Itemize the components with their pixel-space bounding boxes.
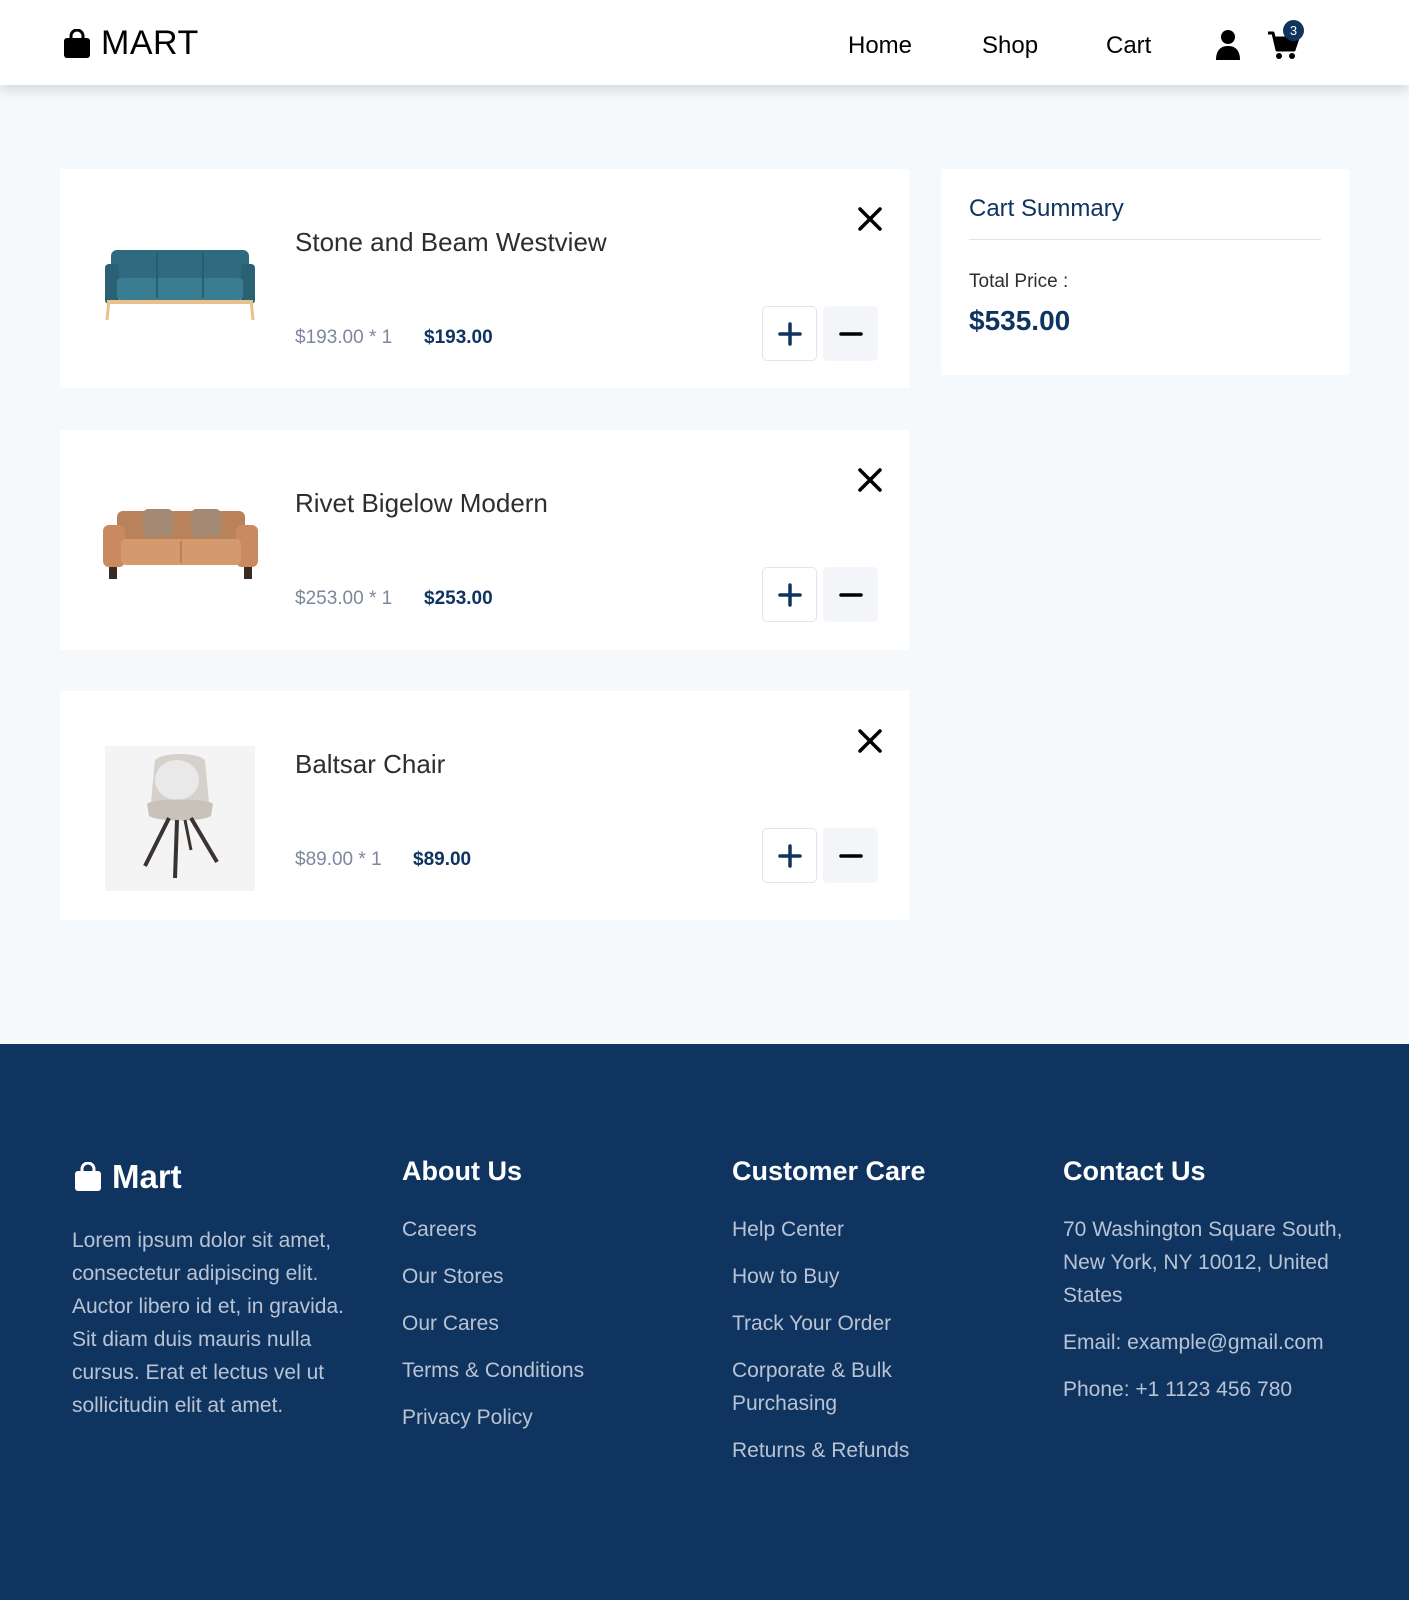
unit-price: $253.00 * 1 <box>295 588 393 609</box>
line-total: $89.00 <box>413 849 472 870</box>
remove-item-icon[interactable] <box>856 205 884 233</box>
summary-title: Cart Summary <box>969 195 1124 222</box>
decrease-quantity-button[interactable] <box>823 306 878 361</box>
footer-link-privacy[interactable]: Privacy Policy <box>402 1401 584 1434</box>
footer-link-help-center[interactable]: Help Center <box>732 1213 932 1246</box>
product-name: Baltsar Chair <box>295 749 446 779</box>
shopping-bag-icon <box>64 28 90 58</box>
cart-summary: Cart Summary Total Price : $535.00 <box>941 169 1349 375</box>
footer-link-terms[interactable]: Terms & Conditions <box>402 1354 584 1387</box>
contact-email: Email: example@gmail.com <box>1063 1331 1324 1354</box>
footer-link-careers[interactable]: Careers <box>402 1213 584 1246</box>
line-total: $193.00 <box>424 327 493 348</box>
cart-item: Stone and Beam Westview $193.00 * 1 $193… <box>60 169 909 388</box>
footer-contact-column: Contact Us 70 Washington Square South, N… <box>1063 1156 1363 1420</box>
footer-link-returns[interactable]: Returns & Refunds <box>732 1434 932 1467</box>
product-image <box>100 470 260 620</box>
contact-phone: Phone: +1 1123 456 780 <box>1063 1378 1293 1401</box>
cart-item: Baltsar Chair $89.00 * 1 $89.00 <box>60 691 909 920</box>
footer-link-our-stores[interactable]: Our Stores <box>402 1260 584 1293</box>
summary-divider <box>969 239 1321 240</box>
cart-count-badge: 3 <box>1283 20 1304 41</box>
nav-home[interactable]: Home <box>848 32 912 60</box>
footer-logo-text: Mart <box>112 1158 182 1195</box>
chair-image <box>105 745 255 891</box>
total-price-label: Total Price : <box>969 271 1069 292</box>
logo-text: MART <box>101 24 199 62</box>
nav-cart[interactable]: Cart <box>1106 32 1151 60</box>
product-name: Rivet Bigelow Modern <box>295 488 548 518</box>
footer-link-our-cares[interactable]: Our Cares <box>402 1307 584 1340</box>
teal-sofa-image <box>105 250 255 321</box>
footer-link-how-to-buy[interactable]: How to Buy <box>732 1260 932 1293</box>
product-image <box>100 743 260 893</box>
decrease-quantity-button[interactable] <box>823 567 878 622</box>
minus-icon <box>838 592 863 597</box>
plus-icon <box>777 843 802 868</box>
increase-quantity-button[interactable] <box>762 567 817 622</box>
plus-icon <box>777 321 802 346</box>
line-total: $253.00 <box>424 588 493 609</box>
unit-price: $193.00 * 1 <box>295 327 393 348</box>
decrease-quantity-button[interactable] <box>823 828 878 883</box>
product-image <box>100 209 260 359</box>
footer-heading: About Us <box>402 1156 522 1186</box>
footer-description: Lorem ipsum dolor sit amet, consectetur … <box>72 1229 344 1417</box>
increase-quantity-button[interactable] <box>762 828 817 883</box>
user-icon[interactable] <box>1215 29 1241 61</box>
logo[interactable]: MART <box>63 24 199 63</box>
remove-item-icon[interactable] <box>856 727 884 755</box>
site-header: MART Home Shop Cart 3 <box>0 0 1409 85</box>
shopping-bag-icon <box>75 1162 101 1191</box>
cart-item: Rivet Bigelow Modern $253.00 * 1 $253.00 <box>60 430 909 650</box>
footer-logo[interactable]: Mart <box>74 1158 182 1196</box>
leather-sofa-image <box>102 509 258 579</box>
footer-link-corporate[interactable]: Corporate & Bulk Purchasing <box>732 1354 932 1420</box>
unit-price: $89.00 * 1 <box>295 849 382 870</box>
footer-heading: Contact Us <box>1063 1156 1206 1186</box>
total-price-value: $535.00 <box>969 305 1071 336</box>
nav-shop[interactable]: Shop <box>982 32 1038 60</box>
plus-icon <box>777 582 802 607</box>
remove-item-icon[interactable] <box>856 466 884 494</box>
site-footer: Mart Lorem ipsum dolor sit amet, consect… <box>0 1044 1409 1600</box>
product-name: Stone and Beam Westview <box>295 227 607 257</box>
footer-care-column: Customer Care Help Center How to Buy Tra… <box>732 1156 932 1481</box>
footer-about-column: About Us Careers Our Stores Our Cares Te… <box>402 1156 584 1448</box>
footer-heading: Customer Care <box>732 1156 926 1186</box>
contact-address: 70 Washington Square South, New York, NY… <box>1063 1218 1343 1307</box>
minus-icon <box>838 331 863 336</box>
increase-quantity-button[interactable] <box>762 306 817 361</box>
minus-icon <box>838 853 863 858</box>
footer-link-track-order[interactable]: Track Your Order <box>732 1307 932 1340</box>
